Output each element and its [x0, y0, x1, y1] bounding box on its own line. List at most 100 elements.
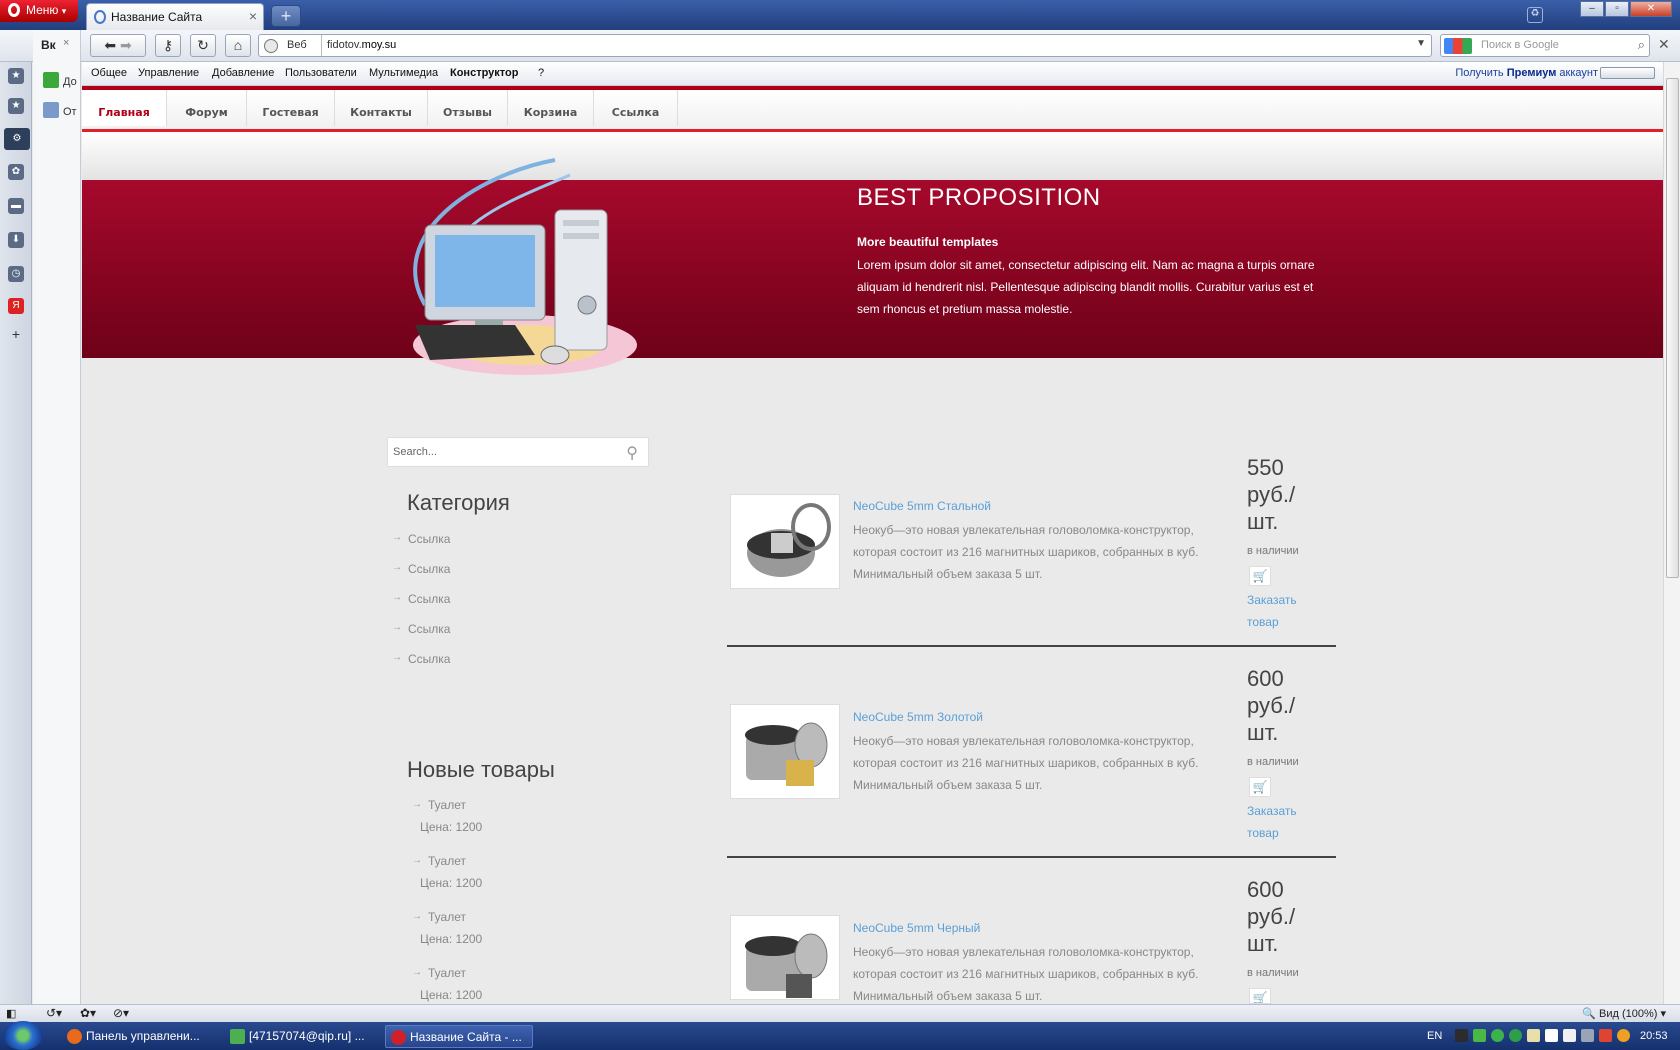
category-link[interactable]: → Ссылка	[392, 532, 450, 546]
wand-key-button[interactable]: ⚷	[155, 34, 181, 57]
minimize-button[interactable]: –	[1580, 1, 1604, 17]
new-product-item[interactable]: → Туалет Цена: 1200	[412, 850, 482, 894]
nav-link[interactable]: Ссылка	[594, 90, 678, 126]
add-panel-icon[interactable]: +	[8, 326, 24, 342]
tray-icon[interactable]	[1455, 1029, 1468, 1042]
language-indicator[interactable]: EN	[1427, 1030, 1442, 1042]
reload-icon: ↻	[197, 37, 209, 53]
google-icon[interactable]	[1444, 38, 1472, 54]
ucoz-menu-help[interactable]: ?	[538, 67, 544, 79]
new-product-item[interactable]: → Туалет Цена: 1200	[412, 794, 482, 838]
home-button[interactable]: ⌂	[225, 34, 251, 57]
close-window-button[interactable]: ✕	[1630, 1, 1672, 17]
search-icon[interactable]: ⚲	[626, 443, 638, 463]
nav-contacts[interactable]: Контакты	[335, 90, 428, 126]
address-bar[interactable]: Веб fidotov.moy.su ▼	[258, 34, 1432, 57]
unite-status-icon[interactable]: ✿▾	[80, 1006, 96, 1020]
notes-icon[interactable]: ▬	[8, 198, 24, 214]
nav-home[interactable]: Главная	[82, 90, 167, 126]
tray-icon[interactable]	[1473, 1029, 1486, 1042]
back-arrow-icon[interactable]: ⬅	[104, 37, 116, 53]
tray-icon[interactable]	[1527, 1029, 1540, 1042]
ucoz-menu-multimedia[interactable]: Мультимедиа	[369, 67, 438, 79]
product-title[interactable]: NeoCube 5mm Черный	[853, 921, 980, 935]
turbo-icon[interactable]: ↺▾	[46, 1006, 62, 1020]
new-product-item[interactable]: → Туалет Цена: 1200	[412, 962, 482, 1006]
maximize-button[interactable]: ▫	[1605, 1, 1629, 17]
search-field[interactable]: Поиск в Google ⌕	[1440, 34, 1650, 57]
taskbar-item-opera[interactable]: Название Сайта - ...	[385, 1025, 533, 1048]
blocked-content-icon[interactable]: ⊘▾	[113, 1006, 129, 1020]
product-price: 600 руб./ шт.	[1247, 666, 1296, 745]
unite-icon[interactable]: ✿	[8, 164, 24, 180]
zoom-control[interactable]: 🔍 Вид (100%) ▾	[1582, 1007, 1666, 1020]
forward-arrow-icon[interactable]: ➡	[120, 37, 132, 53]
order-link[interactable]: Заказать товар	[1247, 589, 1317, 633]
address-dropdown-icon[interactable]: ▼	[1416, 38, 1426, 49]
address-separator	[321, 35, 322, 56]
ucoz-menu-add[interactable]: Добавление	[212, 67, 274, 79]
address-url[interactable]: fidotov.moy.su	[327, 39, 396, 51]
product-title[interactable]: NeoCube 5mm Стальной	[853, 499, 991, 513]
tray-icon[interactable]	[1491, 1029, 1504, 1042]
yandex-icon[interactable]: Я	[8, 298, 24, 314]
premium-link[interactable]: Получить Премиум аккаунт	[1455, 67, 1598, 79]
vertical-scrollbar[interactable]	[1663, 62, 1680, 1004]
taskbar-item-qip[interactable]: [47157074@qip.ru] ...	[225, 1025, 375, 1048]
site-search[interactable]: Search... ⚲	[387, 437, 649, 467]
history-icon[interactable]: ◷	[8, 266, 24, 282]
browser-tab[interactable]: Название Сайта ×	[86, 3, 264, 30]
opera-menu-button[interactable]: Меню ▾	[0, 0, 78, 22]
product-image[interactable]	[730, 704, 840, 799]
order-link[interactable]: Заказать товар	[1247, 800, 1317, 844]
close-tab-icon[interactable]: ×	[249, 8, 257, 24]
arrow-icon: →	[412, 855, 422, 866]
widgets-settings-icon[interactable]: ⚙	[4, 128, 30, 150]
nav-guestbook[interactable]: Гостевая	[247, 90, 335, 126]
closed-tabs-trash-icon[interactable]: ♻	[1527, 7, 1543, 23]
ucoz-menu-general[interactable]: Общее	[91, 67, 127, 79]
cart-icon[interactable]: 🛒	[1249, 566, 1271, 586]
panel-toggle-icon[interactable]: ◧	[6, 1007, 16, 1020]
chevron-down-icon: ▾	[61, 6, 67, 16]
nav-reviews[interactable]: Отзывы	[428, 90, 508, 126]
nav-forum[interactable]: Форум	[167, 90, 247, 126]
reload-button[interactable]: ↻	[190, 34, 216, 57]
tray-icon[interactable]	[1581, 1029, 1594, 1042]
panel-row-manage[interactable]: От	[43, 102, 79, 118]
cart-icon[interactable]: 🛒	[1249, 988, 1271, 1004]
new-tab-button[interactable]: +	[271, 5, 301, 27]
ucoz-menu-users[interactable]: Пользователи	[285, 67, 357, 79]
category-link[interactable]: → Ссылка	[392, 622, 450, 636]
close-panel-icon[interactable]: ×	[63, 37, 69, 49]
panel-slider[interactable]	[1600, 67, 1655, 79]
new-product-item[interactable]: → Туалет Цена: 1200	[412, 906, 482, 950]
scrollbar-thumb[interactable]	[1666, 78, 1679, 578]
category-link[interactable]: → Ссылка	[392, 562, 450, 576]
panel-close-icon[interactable]: ✕	[1658, 36, 1676, 54]
category-link[interactable]: → Ссылка	[392, 592, 450, 606]
bookmarks-icon[interactable]: ★	[8, 68, 24, 84]
new-products-title: Новые товары	[407, 757, 555, 782]
category-link[interactable]: → Ссылка	[392, 652, 450, 666]
tray-icon[interactable]	[1599, 1029, 1612, 1042]
cart-icon[interactable]: 🛒	[1249, 777, 1271, 797]
start-button[interactable]	[3, 1021, 43, 1050]
ucoz-menu-manage[interactable]: Управление	[138, 67, 199, 79]
utorrent-icon[interactable]	[1509, 1029, 1522, 1042]
tray-icon[interactable]	[1563, 1029, 1576, 1042]
downloads-icon[interactable]: ⬇	[8, 232, 24, 248]
product-image[interactable]	[730, 915, 840, 1000]
product-title[interactable]: NeoCube 5mm Золотой	[853, 710, 983, 724]
nav-cart[interactable]: Корзина	[508, 90, 594, 126]
panel-row-add[interactable]: До	[43, 72, 79, 88]
speed-dial-icon[interactable]: ★	[8, 98, 24, 114]
taskbar-item-firefox[interactable]: Панель управлени...	[62, 1025, 212, 1048]
product-image[interactable]	[730, 494, 840, 589]
tray-icon[interactable]	[1545, 1029, 1558, 1042]
product-description: Неокуб—это новая увлекательная головолом…	[853, 734, 1199, 792]
ucoz-menu-constructor[interactable]: Конструктор	[450, 67, 518, 79]
search-icon[interactable]: ⌕	[1638, 37, 1645, 53]
tray-icon[interactable]	[1617, 1029, 1630, 1042]
clock[interactable]: 20:53	[1640, 1030, 1668, 1042]
